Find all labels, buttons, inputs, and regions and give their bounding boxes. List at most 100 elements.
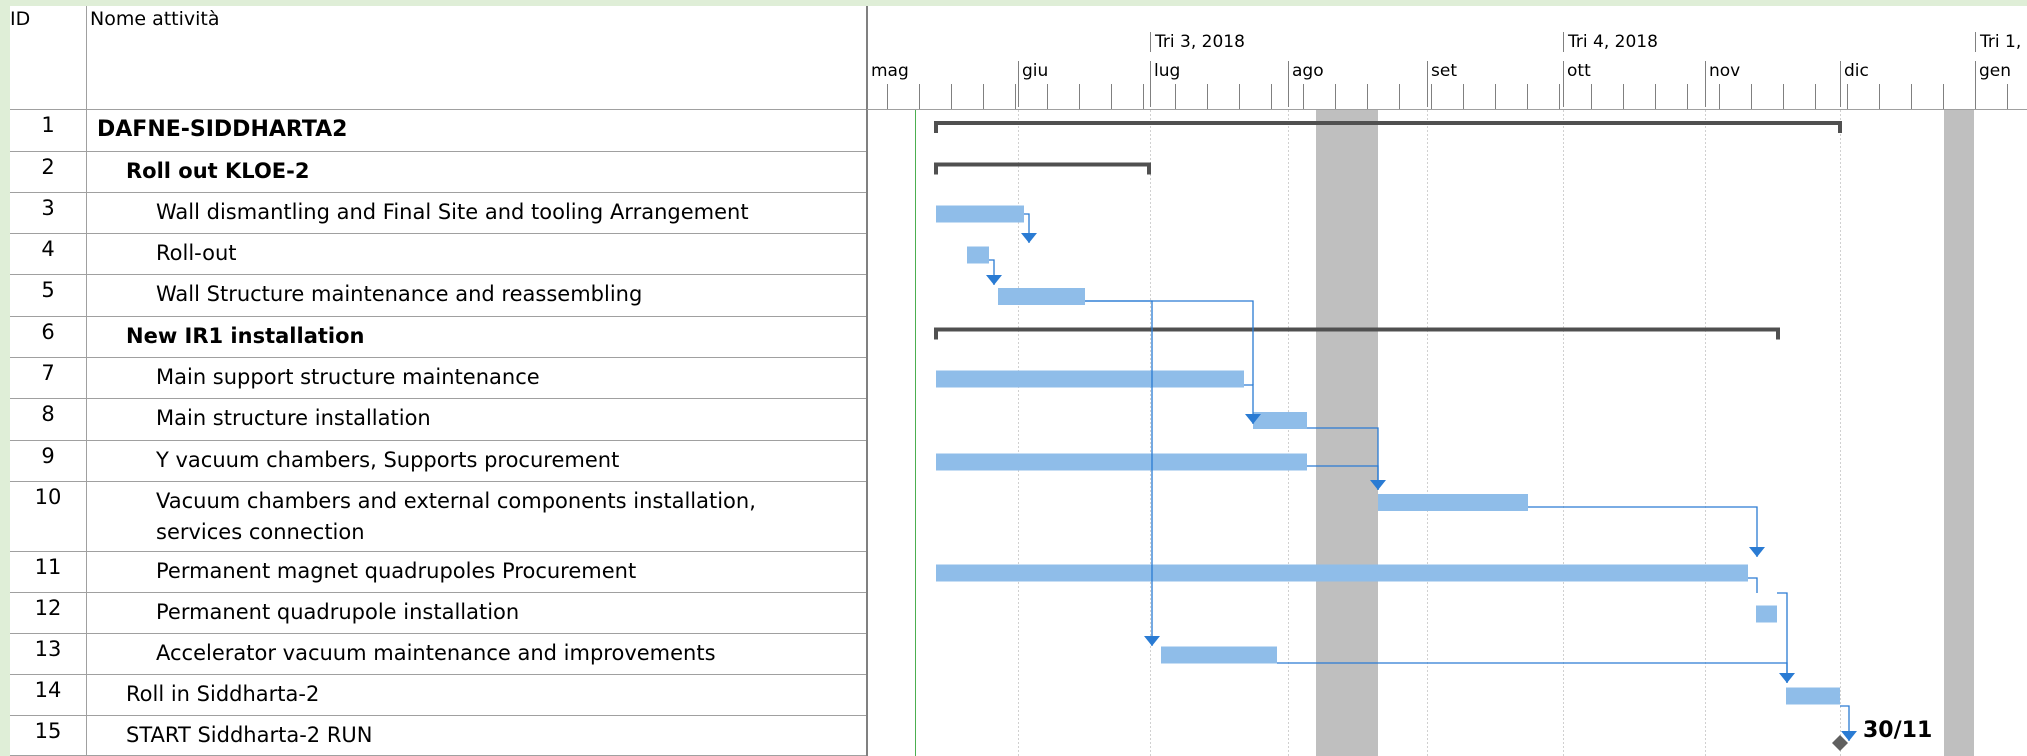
- gantt-svg: 30/11: [915, 110, 1974, 756]
- task-row[interactable]: 13 Accelerator vacuum maintenance and imp…: [10, 634, 866, 675]
- milestone-label[interactable]: 30/11: [1863, 718, 1932, 743]
- week-tick: [1207, 84, 1208, 109]
- column-header-id[interactable]: ID: [10, 6, 86, 111]
- column-header-name[interactable]: Nome attività: [90, 6, 860, 111]
- task-row[interactable]: 8 Main structure installation: [10, 399, 866, 441]
- quarter-label: Tri 1,: [1975, 32, 2021, 52]
- task-name[interactable]: Roll in Siddharta-2: [92, 675, 896, 710]
- task-id: 8: [41, 402, 55, 426]
- task-name[interactable]: Accelerator vacuum maintenance and impro…: [92, 634, 926, 669]
- week-tick: [1847, 84, 1848, 109]
- month-label: gen: [1975, 61, 2011, 107]
- week-tick: [1975, 84, 1976, 109]
- summary-bar[interactable]: [934, 121, 1842, 133]
- task-name[interactable]: START Siddharta-2 RUN: [92, 716, 896, 751]
- summary-bar[interactable]: [934, 162, 1151, 175]
- task-name[interactable]: New IR1 installation: [92, 317, 896, 352]
- link-arrowhead: [1144, 636, 1160, 646]
- task-bar[interactable]: [1378, 494, 1528, 511]
- task-row[interactable]: 3 Wall dismantling and Final Site and too…: [10, 193, 866, 234]
- task-row[interactable]: 5 Wall Structure maintenance and reassemb…: [10, 275, 866, 317]
- task-id: 15: [34, 719, 62, 743]
- week-tick: [1623, 84, 1624, 109]
- timescale-header: Tri 3, 2018 Tri 4, 2018 Tri 1, mag giu lug ago…: [867, 6, 2027, 110]
- task-name[interactable]: Main support structure maintenance: [92, 358, 926, 393]
- week-tick: [951, 84, 952, 109]
- task-row[interactable]: 7 Main support structure maintenance: [10, 358, 866, 399]
- task-id: 7: [41, 361, 55, 385]
- week-tick: [1879, 84, 1880, 109]
- link-arrowhead: [986, 275, 1002, 285]
- milestone-marker[interactable]: [1832, 735, 1848, 751]
- task-bar[interactable]: [998, 288, 1085, 305]
- task-name[interactable]: Roll-out: [92, 234, 926, 269]
- task-name[interactable]: DAFNE-SIDDHARTA2: [92, 110, 867, 145]
- quarter-label: Tri 3, 2018: [1150, 32, 1245, 52]
- week-tick: [1239, 84, 1240, 109]
- week-tick: [1559, 84, 1560, 109]
- task-name[interactable]: Permanent quadrupole installation: [92, 593, 926, 628]
- table-header: ID Nome attività: [10, 6, 866, 110]
- week-tick: [1367, 84, 1368, 109]
- dependency-link: [1748, 577, 1758, 593]
- task-bar[interactable]: [936, 453, 1307, 471]
- task-bar[interactable]: [1786, 687, 1840, 705]
- task-name[interactable]: Main structure installation: [92, 399, 926, 434]
- week-tick: [1815, 84, 1816, 109]
- task-bar[interactable]: [936, 370, 1244, 388]
- task-row[interactable]: 12 Permanent quadrupole installation: [10, 593, 866, 634]
- gantt-chart[interactable]: 30/11: [867, 110, 2027, 756]
- task-id: 4: [41, 237, 55, 261]
- task-row[interactable]: 1 DAFNE-SIDDHARTA2: [10, 110, 866, 152]
- task-name[interactable]: Permanent magnet quadrupoles Procurement: [92, 552, 926, 587]
- dependency-link: [1085, 300, 1153, 646]
- task-row[interactable]: 9Y vacuum chambers, Supports procurement: [10, 441, 866, 482]
- week-tick: [1591, 84, 1592, 109]
- task-row[interactable]: 6 New IR1 installation: [10, 317, 866, 358]
- task-name[interactable]: Y vacuum chambers, Supports procurement: [92, 441, 926, 476]
- week-tick: [1943, 84, 1944, 109]
- link-arrowhead: [1779, 673, 1795, 683]
- week-tick: [1079, 84, 1080, 109]
- task-bar[interactable]: [1161, 646, 1277, 664]
- month-label: ago: [1288, 61, 1324, 107]
- week-tick: [2007, 84, 2008, 109]
- task-row[interactable]: 14 Roll in Siddharta-2: [10, 675, 866, 716]
- task-bar[interactable]: [1756, 605, 1777, 623]
- task-name[interactable]: Wall dismantling and Final Site and tool…: [92, 193, 926, 228]
- week-tick: [1911, 84, 1912, 109]
- nonworking-period: [1316, 110, 1378, 756]
- task-id: 3: [41, 196, 55, 220]
- task-name[interactable]: Wall Structure maintenance and reassembl…: [92, 275, 926, 310]
- task-id: 1: [41, 113, 55, 137]
- task-id: 2: [41, 155, 55, 179]
- week-tick: [1527, 84, 1528, 109]
- task-row[interactable]: 2 Roll out KLOE-2: [10, 152, 866, 193]
- task-bar[interactable]: [936, 205, 1024, 223]
- task-name[interactable]: Roll out KLOE-2: [92, 152, 896, 187]
- week-tick: [1271, 84, 1272, 109]
- task-bar[interactable]: [967, 246, 989, 264]
- link-arrowhead: [1021, 233, 1037, 243]
- task-name[interactable]: Vacuum chambers and external components …: [92, 482, 926, 548]
- task-bar[interactable]: [936, 564, 1748, 582]
- task-row[interactable]: 4 Roll-out: [10, 234, 866, 275]
- week-tick: [1015, 84, 1016, 109]
- task-row[interactable]: 11 Permanent magnet quadrupoles Procureme…: [10, 552, 866, 593]
- task-row[interactable]: 10 Vacuum chambers and external component…: [10, 482, 866, 552]
- task-bar[interactable]: [1253, 412, 1307, 429]
- dependency-link: [1528, 506, 1758, 557]
- week-tick: [1655, 84, 1656, 109]
- task-row[interactable]: 15 START Siddharta-2 RUN: [10, 716, 866, 756]
- week-tick: [1495, 84, 1496, 109]
- week-tick: [1047, 84, 1048, 109]
- task-id: 9: [41, 444, 55, 468]
- month-label: giu: [1018, 61, 1048, 107]
- week-tick: [1431, 84, 1432, 109]
- week-tick: [1143, 84, 1144, 109]
- week-tick: [1783, 84, 1784, 109]
- week-tick: [1751, 84, 1752, 109]
- week-tick: [919, 84, 920, 109]
- week-tick: [1463, 84, 1464, 109]
- week-tick: [1111, 84, 1112, 109]
